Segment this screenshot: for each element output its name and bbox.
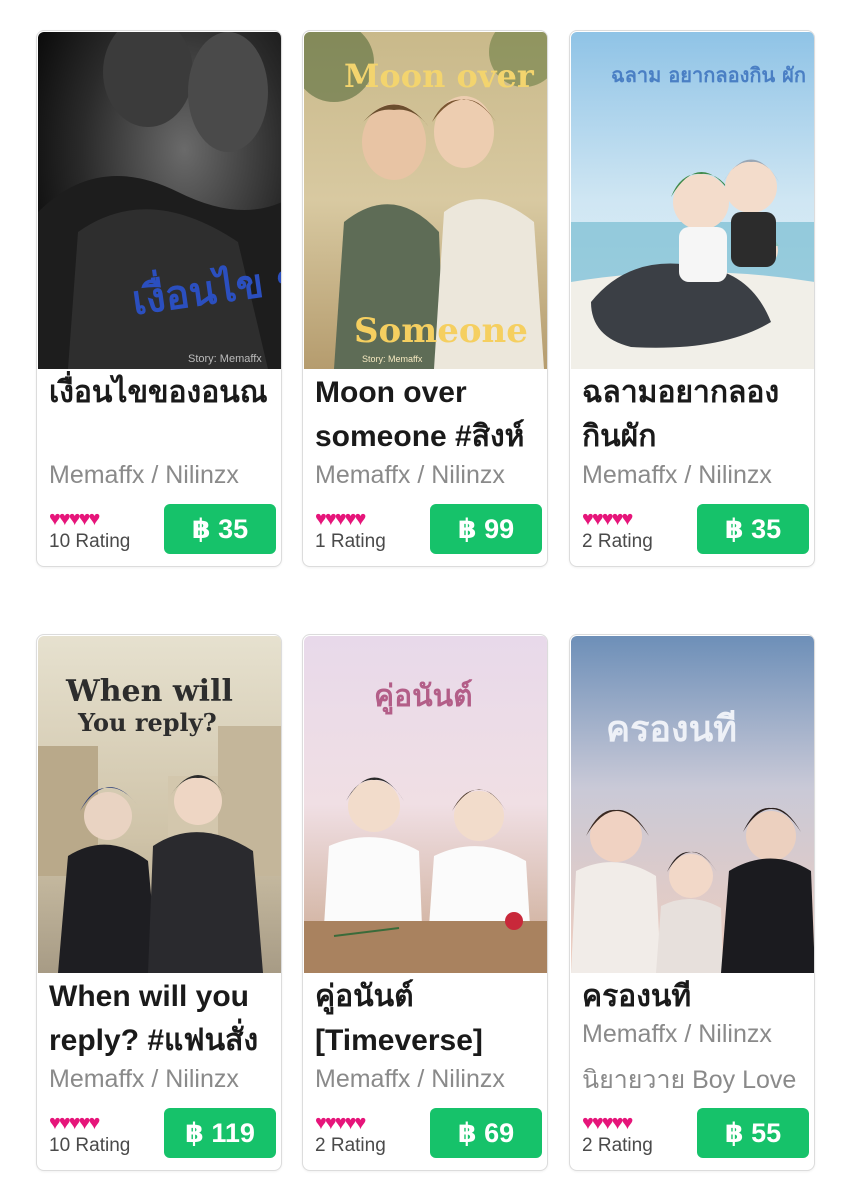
book-author[interactable]: Memaffx / Nilinzx — [49, 461, 239, 490]
cover-title: When will — [65, 674, 233, 709]
cover-dark-portrait-icon: เงื่อนไข ของอนณ Story: Memaffx — [38, 32, 281, 369]
cover-title: Moon over — [344, 57, 535, 95]
cover-subtitle: Someone — [354, 311, 528, 351]
book-tag[interactable]: นิยายวาย Boy Love — [582, 1060, 796, 1100]
rating-count: 1 Rating — [315, 531, 386, 552]
book-cover-image[interactable]: ฉลาม อยากลองกิน ผัก — [571, 32, 814, 369]
rating-block: ♥♥♥♥♥ 2 Rating — [315, 1113, 386, 1157]
rating-count: 10 Rating — [49, 1135, 131, 1156]
buy-button[interactable]: ฿ 99 — [430, 504, 542, 554]
rating-count: 2 Rating — [582, 531, 653, 552]
heart-rating-icon: ♥♥♥♥♥ — [49, 508, 100, 530]
rating-count: 2 Rating — [582, 1135, 653, 1156]
book-cover-image[interactable]: Moon over Someone Story: Memaffx — [304, 32, 547, 369]
cover-chibi-beach-icon: ฉลาม อยากลองกิน ผัก — [571, 32, 814, 369]
heart-rating-icon: ♥♥♥♥♥ — [315, 508, 366, 530]
rating-block: ♥♥♥♥♥ 1 Rating — [315, 509, 386, 553]
book-card[interactable]: ฉลาม อยากลองกิน ผัก ฉลามอยากลองกินผัก Me… — [569, 30, 815, 567]
buy-button[interactable]: ฿ 35 — [697, 504, 809, 554]
cover-title: ฉลาม อยากลองกิน ผัก — [611, 63, 806, 87]
heart-rating-icon: ♥♥♥♥♥ — [582, 508, 633, 530]
cover-subtitle: You reply? — [77, 708, 217, 737]
book-card[interactable]: ครองนที ครองนที Memaffx / Nilinzx นิยายว… — [569, 634, 815, 1171]
cover-title: คู่อนันต์ — [374, 679, 473, 715]
book-cover-image[interactable]: ครองนที — [571, 636, 814, 973]
cover-two-men-sunlight-icon: Moon over Someone Story: Memaffx — [304, 32, 547, 369]
book-title[interactable]: คู่อนันต์ [Timeverse] — [315, 975, 545, 1067]
cover-credit: Story: Memaffx — [188, 353, 262, 365]
heart-rating-icon: ♥♥♥♥♥ — [315, 1112, 366, 1134]
cover-credit: Story: Memaffx — [362, 354, 423, 364]
book-author[interactable]: Memaffx / Nilinzx — [315, 1065, 505, 1094]
buy-button[interactable]: ฿ 119 — [164, 1108, 276, 1158]
rating-block: ♥♥♥♥♥ 10 Rating — [49, 1113, 130, 1157]
heart-rating-icon: ♥♥♥♥♥ — [582, 1112, 633, 1134]
book-title[interactable]: When will you reply? #แฟนสั่ง — [49, 975, 279, 1067]
book-cover-image[interactable]: เงื่อนไข ของอนณ Story: Memaffx — [38, 32, 281, 369]
cover-sunset-group-icon: ครองนที — [571, 636, 814, 973]
book-card[interactable]: When will You reply? When will you reply… — [36, 634, 282, 1171]
book-card[interactable]: คู่อนันต์ คู่อนันต์ [Timeverse] Memaffx … — [302, 634, 548, 1171]
book-author[interactable]: Memaffx / Nilinzx — [49, 1065, 239, 1094]
book-cover-image[interactable]: When will You reply? — [38, 636, 281, 973]
book-cover-image[interactable]: คู่อนันต์ — [304, 636, 547, 973]
book-author[interactable]: Memaffx / Nilinzx — [582, 1020, 772, 1049]
buy-button[interactable]: ฿ 69 — [430, 1108, 542, 1158]
buy-button[interactable]: ฿ 55 — [697, 1108, 809, 1158]
book-title[interactable]: Moon over someone #สิงห์ — [315, 371, 545, 463]
cover-classroom-desk-icon: คู่อนันต์ — [304, 636, 547, 973]
book-title[interactable]: เงื่อนไขของอนณ — [49, 371, 279, 463]
rating-count: 2 Rating — [315, 1135, 386, 1156]
rating-count: 10 Rating — [49, 531, 131, 552]
rating-block: ♥♥♥♥♥ 10 Rating — [49, 509, 130, 553]
rating-block: ♥♥♥♥♥ 2 Rating — [582, 509, 653, 553]
book-card[interactable]: Moon over Someone Story: Memaffx Moon ov… — [302, 30, 548, 567]
rating-block: ♥♥♥♥♥ 2 Rating — [582, 1113, 653, 1157]
cover-city-street-icon: When will You reply? — [38, 636, 281, 973]
book-title[interactable]: ฉลามอยากลองกินผัก — [582, 371, 812, 463]
book-card[interactable]: เงื่อนไข ของอนณ Story: Memaffx เงื่อนไขข… — [36, 30, 282, 567]
buy-button[interactable]: ฿ 35 — [164, 504, 276, 554]
cover-title: ครองนที — [606, 708, 737, 750]
heart-rating-icon: ♥♥♥♥♥ — [49, 1112, 100, 1134]
book-author[interactable]: Memaffx / Nilinzx — [315, 461, 505, 490]
book-author[interactable]: Memaffx / Nilinzx — [582, 461, 772, 490]
